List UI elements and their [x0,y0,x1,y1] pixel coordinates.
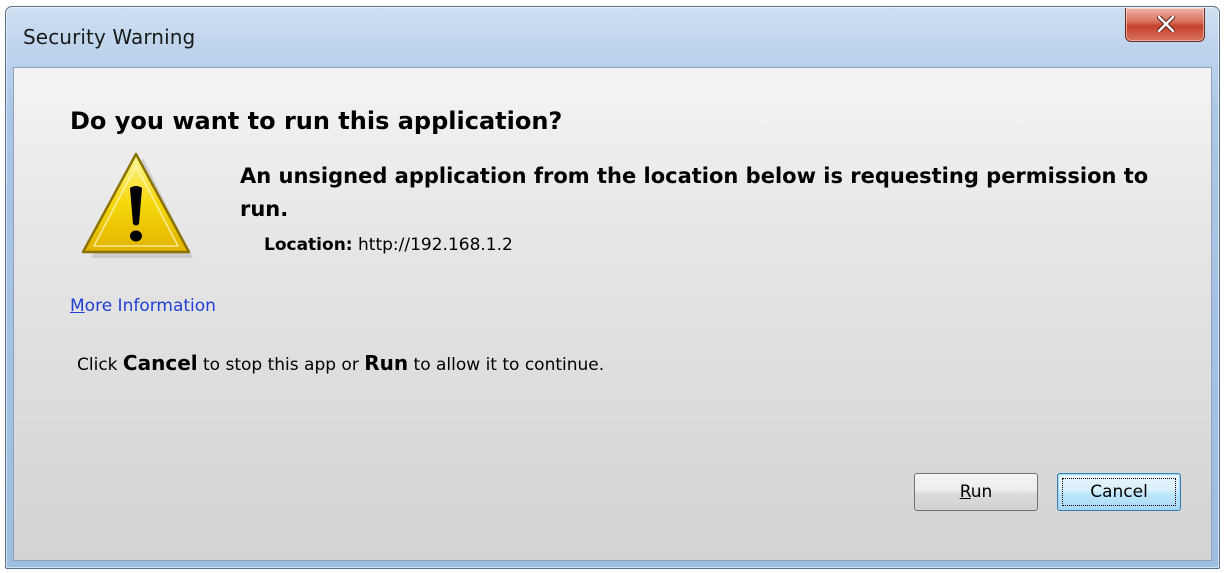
dialog-heading: Do you want to run this application? [70,107,563,135]
run-label: un [970,482,993,502]
instruction-text: Click Cancel to stop this app or Run to … [77,351,604,375]
dialog-body: Do you want to run this application? An … [13,67,1212,561]
instruction-suffix: to allow it to continue. [413,355,605,375]
instruction-run-word: Run [364,351,409,375]
permission-message: An unsigned application from the locatio… [240,164,1149,221]
close-icon [1157,16,1175,32]
more-information-link[interactable]: More Information [70,296,216,316]
window-title: Security Warning [23,25,196,49]
title-bar[interactable]: Security Warning [6,7,1219,67]
more-info-mnemonic: M [70,296,85,316]
location-row: Location: http://192.168.1.2 [264,235,513,255]
run-mnemonic: R [959,482,971,502]
close-button[interactable] [1125,8,1205,42]
security-warning-window: Security Warning Do you want to run this… [5,6,1220,569]
instruction-middle: to stop this app or [203,355,359,375]
instruction-cancel-word: Cancel [122,351,198,375]
cancel-button[interactable]: Cancel [1057,473,1181,511]
location-value: http://192.168.1.2 [358,235,513,255]
location-label: Location: [264,235,353,255]
instruction-prefix: Click [77,355,118,375]
warning-triangle-icon [81,152,193,258]
run-button[interactable]: Run [914,473,1038,511]
more-info-text: ore Information [84,296,216,316]
cancel-label: Cancel [1090,482,1148,502]
